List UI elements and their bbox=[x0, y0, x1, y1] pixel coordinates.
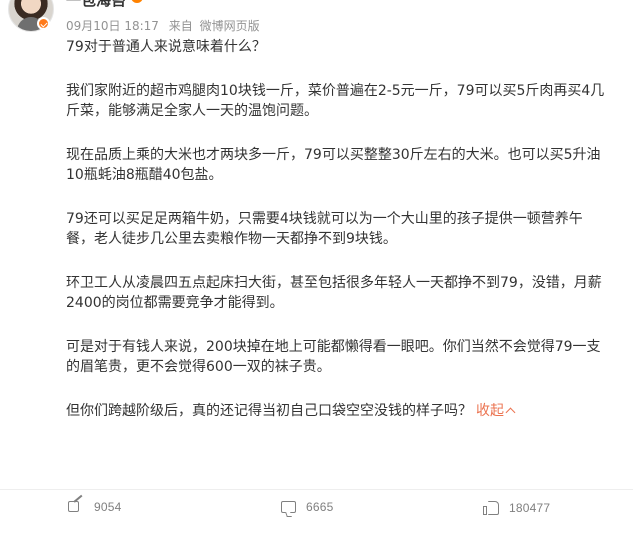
like-icon bbox=[483, 500, 499, 515]
action-bar: 9054 6665 180477 bbox=[0, 490, 633, 528]
author-row: 一包海苔 bbox=[66, 0, 144, 10]
content-paragraph-1: 79对于普通人来说意味着什么？ bbox=[66, 39, 266, 55]
content-paragraph-7: 但你们跨越阶级后，真的还记得当初自己口袋空空没钱的样子吗？ 收起 bbox=[66, 401, 606, 421]
content-paragraph-2: 我们家附近的超市鸡腿肉10块钱一斤，菜价普遍在2-5元一斤，79可以买5斤肉再买… bbox=[66, 83, 605, 119]
forward-count: 9054 bbox=[94, 500, 122, 514]
content-paragraph-4: 79还可以买足足两箱牛奶，只需要4块钱就可以为一个大山里的孩子提供一顿营养午餐，… bbox=[66, 211, 583, 247]
verified-badge-icon bbox=[37, 17, 50, 30]
comment-count: 6665 bbox=[306, 500, 334, 514]
comment-icon bbox=[281, 501, 296, 513]
content-last-text: 但你们跨越阶级后，真的还记得当初自己口袋空空没钱的样子吗？ bbox=[66, 403, 472, 419]
chevron-up-icon bbox=[505, 407, 516, 418]
post-source: 微博网页版 bbox=[199, 19, 260, 33]
level-icon bbox=[131, 0, 144, 3]
content-paragraph-5: 环卫工人从凌晨四五点起床扫大街，甚至包括很多年轻人一天都挣不到79，没错，月薪2… bbox=[66, 275, 602, 311]
collapse-label: 收起 bbox=[476, 403, 504, 419]
forward-icon bbox=[68, 500, 84, 514]
post-content: 79对于普通人来说意味着什么？ 我们家附近的超市鸡腿肉10块钱一斤，菜价普遍在2… bbox=[66, 37, 606, 445]
content-paragraph-6: 可是对于有钱人来说，200块掉在地上可能都懒得看一眼吧。你们当然不会觉得79一支… bbox=[66, 339, 601, 375]
weibo-post: 一包海苔 09月10日 18:17 来自 微博网页版 79对于普通人来说意味着什… bbox=[0, 0, 633, 537]
like-button[interactable]: 180477 bbox=[483, 500, 550, 515]
forward-button[interactable]: 9054 bbox=[68, 500, 122, 514]
content-paragraph-3: 现在品质上乘的大米也才两块多一斤，79可以买整整30斤左右的大米。也可以买5升油… bbox=[66, 147, 601, 183]
post-meta: 09月10日 18:17 来自 微博网页版 bbox=[66, 17, 266, 34]
post-time[interactable]: 09月10日 18:17 bbox=[66, 19, 159, 33]
like-count: 180477 bbox=[509, 500, 551, 515]
source-label: 来自 bbox=[168, 19, 193, 33]
author-name[interactable]: 一包海苔 bbox=[66, 0, 126, 10]
collapse-link[interactable]: 收起 bbox=[476, 403, 516, 419]
comment-button[interactable]: 6665 bbox=[281, 500, 334, 514]
